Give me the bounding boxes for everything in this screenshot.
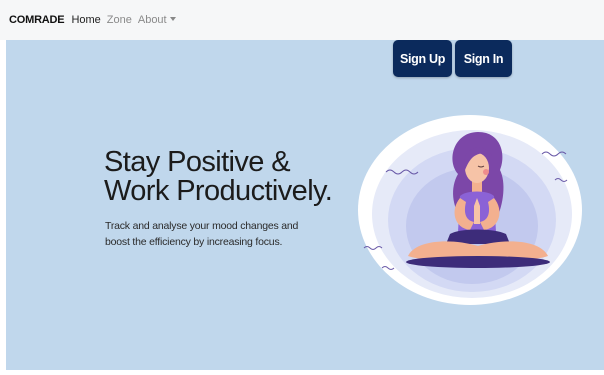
- sign-in-button[interactable]: Sign In: [455, 40, 512, 77]
- nav-about-label: About: [137, 14, 167, 26]
- nav-zone-link[interactable]: Zone: [107, 14, 132, 26]
- hero-description: Track and analyse your mood changes and …: [105, 220, 299, 248]
- caret-down-icon: [169, 17, 176, 22]
- hero-section: Sign Up Sign In Stay Positive & Work Pro…: [6, 40, 604, 370]
- yoga-mat: [406, 256, 550, 268]
- cheek: [483, 169, 489, 175]
- brand-logo[interactable]: COMRADE: [9, 14, 65, 26]
- meditating-woman-illustration: [358, 115, 582, 305]
- nav-about-dropdown[interactable]: About: [138, 14, 176, 26]
- nav-home-link[interactable]: Home: [71, 14, 100, 26]
- headline-line-1: Stay Positive &: [104, 146, 291, 178]
- navbar: COMRADE Home Zone About: [0, 0, 604, 40]
- sign-up-button[interactable]: Sign Up: [393, 40, 452, 77]
- hero-headline: Stay Positive & Work Productively.: [104, 146, 333, 207]
- headline-line-2: Work Productively.: [104, 175, 333, 207]
- page-bottom-strip: [0, 370, 604, 375]
